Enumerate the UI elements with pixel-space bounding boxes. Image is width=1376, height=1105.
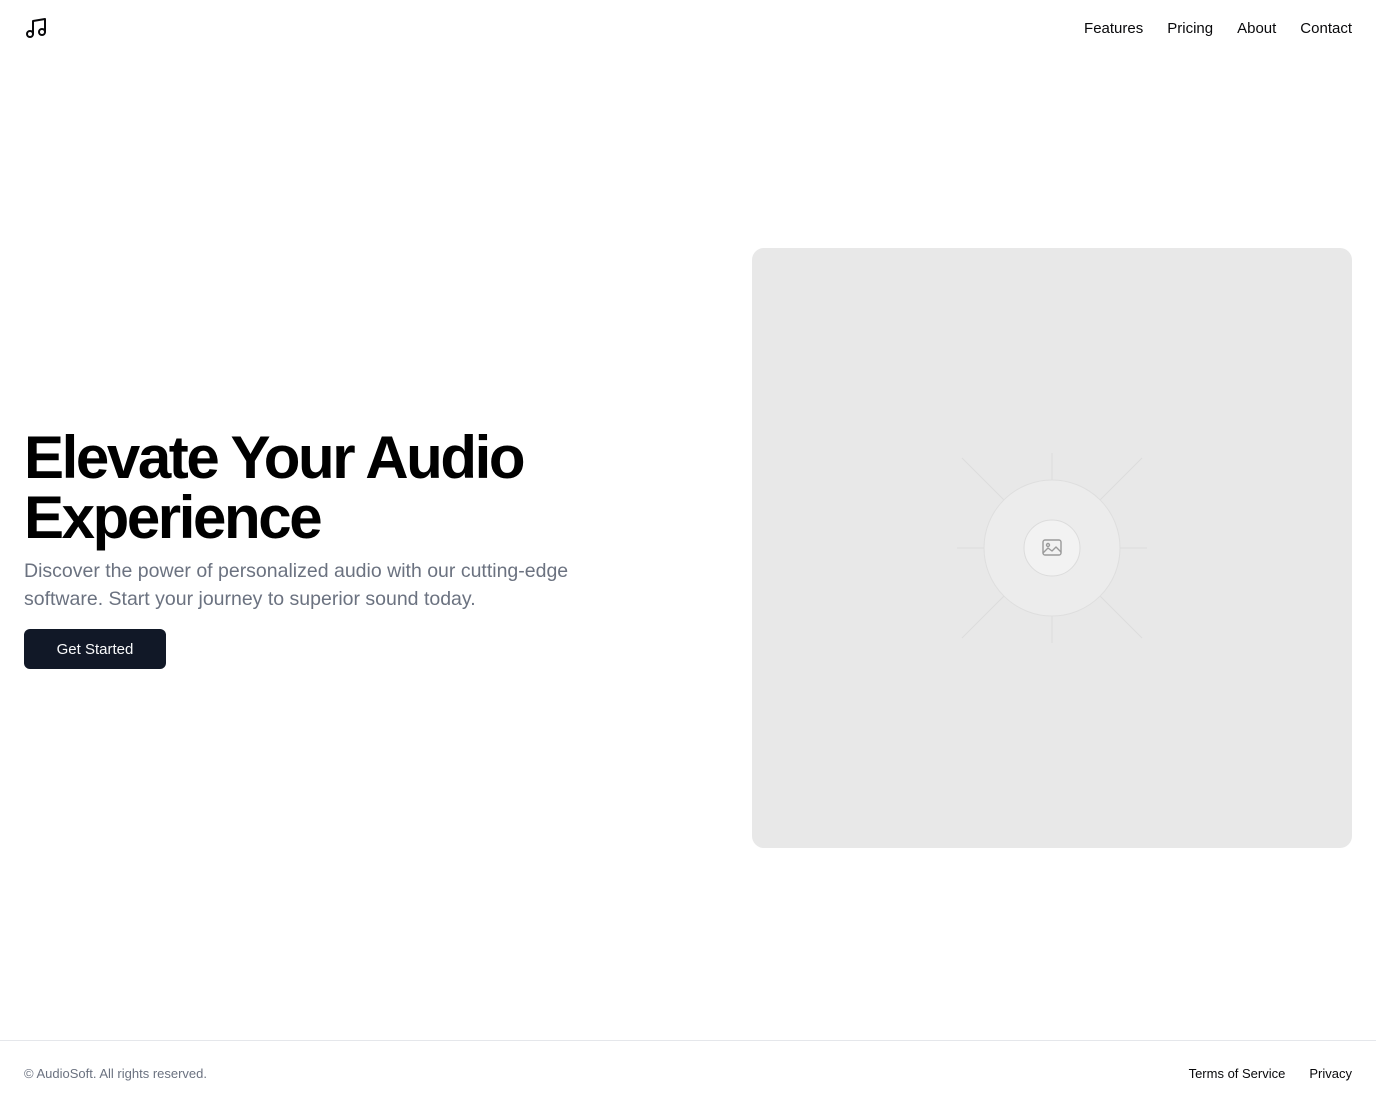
hero-subtitle: Discover the power of personalized audio… — [24, 560, 569, 610]
hero-title-line1: Elevate Your Audio — [24, 424, 526, 491]
site-header: Features Pricing About Contact — [0, 0, 1376, 56]
copyright-text: © AudioSoft. All rights reserved. — [24, 1065, 208, 1081]
nav-link-about[interactable]: About — [1237, 20, 1276, 37]
hero-title: Elevate Your Audio Experience — [24, 428, 644, 548]
footer-links: Terms of Service Privacy — [1189, 1066, 1352, 1081]
landing-page: Features Pricing About Contact Elevate Y… — [0, 0, 1376, 1105]
site-footer: © AudioSoft. All rights reserved. Terms … — [0, 1040, 1376, 1105]
nav-link-contact[interactable]: Contact — [1300, 20, 1352, 37]
main-nav: Features Pricing About Contact — [1084, 20, 1352, 37]
image-placeholder-icon — [957, 453, 1147, 643]
get-started-button[interactable]: Get Started — [24, 629, 166, 669]
nav-link-features[interactable]: Features — [1084, 20, 1143, 37]
music-note-icon[interactable] — [24, 16, 48, 40]
hero-section: Elevate Your Audio Experience Discover t… — [24, 428, 644, 669]
nav-link-pricing[interactable]: Pricing — [1167, 20, 1213, 37]
privacy-link[interactable]: Privacy — [1309, 1066, 1352, 1081]
hero-image-placeholder — [752, 248, 1352, 848]
terms-link[interactable]: Terms of Service — [1189, 1066, 1286, 1081]
hero-title-line2: Experience — [24, 484, 323, 551]
